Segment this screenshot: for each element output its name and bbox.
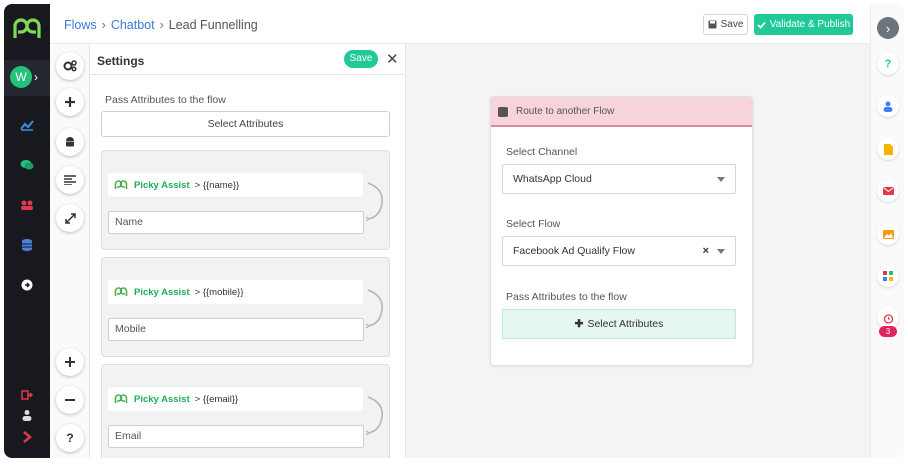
select-attributes-button[interactable]: ✚ Select Attributes [502, 309, 736, 339]
check-icon [757, 21, 766, 29]
pass-attributes-label: Pass Attributes to the flow [506, 291, 627, 303]
attribute-chip: Picky Assist > {{mobile}} [108, 280, 363, 304]
account-switcher[interactable]: W › [4, 60, 50, 96]
clear-icon[interactable]: × [703, 237, 709, 265]
attribute-card: Picky Assist > {{name}} Name [101, 150, 390, 250]
connector-arc-icon [366, 289, 384, 328]
plus-icon: ✚ [574, 318, 584, 330]
image-icon[interactable] [877, 223, 899, 245]
document-icon[interactable] [877, 138, 899, 160]
validate-publish-button[interactable]: Validate & Publish [754, 14, 853, 35]
analytics-icon[interactable] [16, 116, 38, 134]
brand-logo-icon [114, 394, 128, 403]
settings-gears-icon[interactable] [56, 52, 84, 80]
top-header: Flows › Chatbot › Lead Funnelling Save Valid… [50, 4, 870, 44]
attribute-chip: Picky Assist > {{name}} [108, 173, 363, 197]
help-icon[interactable]: ? [56, 424, 84, 452]
mail-icon[interactable] [877, 180, 899, 202]
chat-icon[interactable] [16, 156, 38, 174]
breadcrumb-flows[interactable]: Flows [64, 18, 97, 32]
chevron-right-icon[interactable]: › [34, 70, 38, 84]
chip-variable: > {{email}} [194, 393, 239, 405]
database-icon[interactable] [16, 236, 38, 254]
flow-select[interactable]: Facebook Ad Qualify Flow × [502, 236, 736, 266]
breadcrumb-current: Lead Funnelling [168, 18, 258, 32]
right-rail: › ? 3 [870, 4, 904, 458]
attribute-card: Picky Assist > {{email}} Email [101, 364, 390, 458]
settings-title: Settings [97, 54, 145, 68]
route-card-title: Route to another Flow [516, 106, 615, 117]
left-sidebar: W › [4, 4, 50, 458]
chip-variable: > {{mobile}} [194, 286, 244, 298]
channel-select[interactable]: WhatsApp Cloud [502, 164, 736, 194]
notification-badge: 3 [879, 326, 897, 337]
flow-canvas[interactable]: Route to another Flow Select Channel Wha… [406, 44, 870, 458]
chevron-down-icon [717, 177, 725, 182]
settings-panel: Settings Save ✕ Pass Attributes to the f… [90, 44, 406, 458]
channel-label: Select Channel [506, 146, 578, 158]
save-button[interactable]: Save [703, 14, 748, 35]
help-icon[interactable]: ? [877, 53, 899, 75]
expand-arrows-icon[interactable] [56, 204, 84, 232]
user-icon[interactable] [16, 406, 38, 424]
chip-brand: Picky Assist [134, 286, 190, 298]
email-field[interactable]: Email [108, 425, 364, 448]
breadcrumb-separator: › [159, 18, 164, 32]
android-icon[interactable] [56, 128, 84, 156]
chip-brand: Picky Assist [134, 393, 190, 405]
align-left-icon[interactable] [56, 166, 84, 194]
expand-chevron-icon[interactable] [16, 428, 38, 446]
channel-value: WhatsApp Cloud [513, 173, 592, 185]
zoom-out-icon[interactable] [56, 386, 84, 414]
logout-icon[interactable] [16, 386, 38, 404]
mobile-field[interactable]: Mobile [108, 318, 364, 341]
brand-logo-icon [114, 180, 128, 189]
zoom-in-icon[interactable] [56, 348, 84, 376]
select-attributes-button[interactable]: Select Attributes [101, 111, 390, 137]
pass-attributes-label: Pass Attributes to the flow [105, 94, 226, 106]
user-icon[interactable] [877, 95, 899, 117]
breadcrumb: Flows › Chatbot › Lead Funnelling [64, 18, 258, 32]
breadcrumb-separator: › [101, 18, 106, 32]
contacts-icon[interactable] [16, 196, 38, 214]
flow-value: Facebook Ad Qualify Flow [513, 245, 635, 257]
attribute-card: Picky Assist > {{mobile}} Mobile [101, 257, 390, 357]
settings-save-button[interactable]: Save [344, 50, 378, 68]
validate-label: Validate & Publish [769, 19, 851, 30]
add-node-icon[interactable] [56, 88, 84, 116]
chip-brand: Picky Assist [134, 179, 190, 191]
avatar[interactable]: W [10, 66, 32, 88]
arrow-circle-right-icon[interactable] [16, 276, 38, 294]
route-flow-card[interactable]: Route to another Flow Select Channel Wha… [490, 96, 753, 366]
picky-assist-logo[interactable] [12, 18, 42, 40]
connector-arc-icon [366, 396, 384, 435]
edit-icon [498, 107, 508, 117]
chevron-down-icon [717, 249, 725, 254]
settings-header: Settings Save ✕ [90, 44, 405, 75]
brand-logo-icon [114, 287, 128, 296]
chip-variable: > {{name}} [194, 179, 240, 191]
apps-grid-icon[interactable] [877, 265, 899, 287]
connector-arc-icon [366, 182, 384, 221]
attribute-chip: Picky Assist > {{email}} [108, 387, 363, 411]
breadcrumb-chatbot[interactable]: Chatbot [111, 18, 155, 32]
flow-label: Select Flow [506, 218, 561, 230]
close-icon[interactable]: ✕ [386, 50, 399, 68]
tool-rail: ? [50, 44, 90, 458]
save-label: Save [720, 19, 744, 30]
select-attributes-label: Select Attributes [587, 318, 664, 330]
name-field[interactable]: Name [108, 211, 364, 234]
floppy-icon [708, 20, 717, 29]
chevron-right-icon[interactable]: › [877, 17, 899, 39]
route-card-header: Route to another Flow [491, 97, 752, 127]
